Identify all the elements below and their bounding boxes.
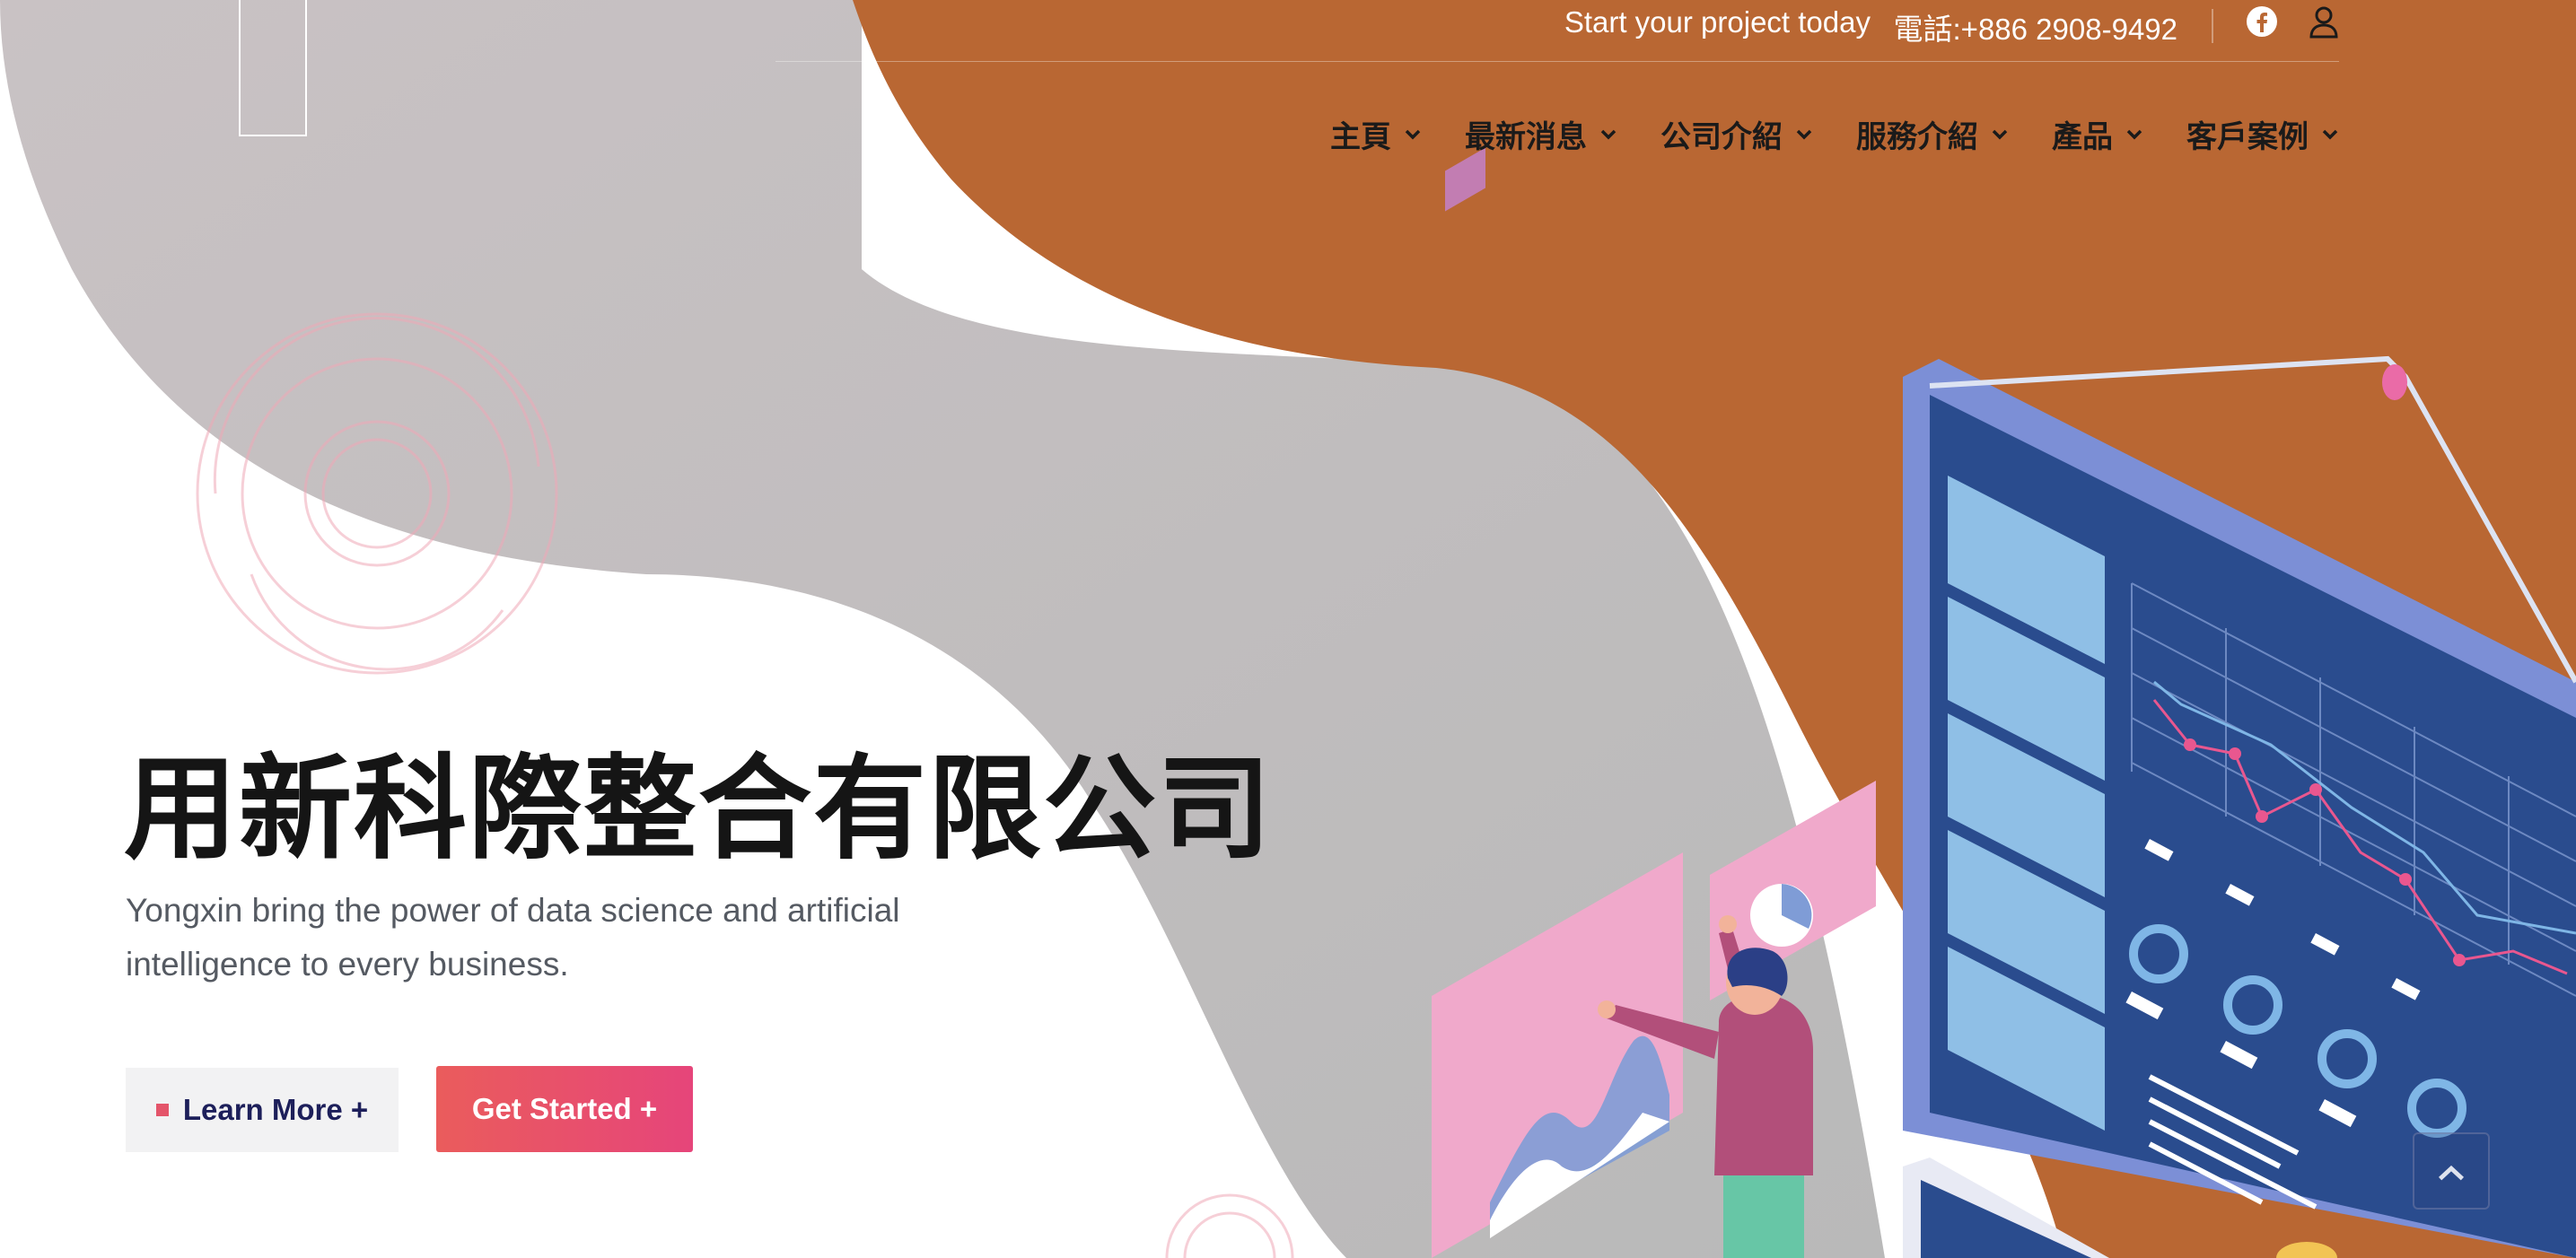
nav-item-label: 服務介紹 (1856, 120, 1978, 154)
chevron-down-icon (2322, 129, 2338, 139)
hero-title: 用新科際整合有限公司 (124, 743, 1273, 875)
project-tagline: Start your project today (1564, 5, 1871, 39)
hero-subtitle: Yongxin bring the power of data science … (126, 892, 900, 983)
learn-more-button[interactable]: Learn More + (126, 1068, 399, 1152)
site-logo[interactable] (239, 0, 307, 136)
chevron-down-icon (1992, 129, 2008, 139)
nav-item-label: 公司介紹 (1660, 120, 1783, 154)
topbar-divider (2212, 9, 2213, 43)
nav-item-label: 最新消息 (1465, 120, 1587, 154)
chevron-up-icon (2438, 1165, 2465, 1181)
chevron-down-icon (1796, 129, 1812, 139)
nav-item-cases[interactable]: 客戶案例 (2186, 112, 2339, 156)
nav-item-news[interactable]: 最新消息 (1465, 112, 1617, 156)
nav-item-products[interactable]: 產品 (2052, 112, 2143, 156)
phone-number: 電話:+886 2908-9492 (1893, 13, 2177, 46)
scroll-to-top-button[interactable] (2413, 1132, 2490, 1210)
facebook-icon[interactable] (2246, 5, 2278, 38)
nav-item-services[interactable]: 服務介紹 (1856, 112, 2009, 156)
circuit-circle-decoration-small (1165, 1193, 1294, 1258)
chevron-down-icon (1405, 129, 1421, 139)
get-started-button[interactable]: Get Started + (436, 1066, 693, 1152)
chevron-down-icon (1600, 129, 1617, 139)
square-bullet-icon (155, 1104, 169, 1116)
main-nav: 主頁 最新消息 公司介紹 服務介紹 產品 客戶案例 (1287, 112, 2339, 156)
user-icon[interactable] (2309, 5, 2339, 39)
learn-more-label: Learn More + (182, 1093, 369, 1126)
nav-item-label: 產品 (2052, 120, 2113, 154)
nav-item-label: 客戶案例 (2186, 120, 2309, 154)
nav-item-label: 主頁 (1330, 120, 1391, 154)
nav-item-home[interactable]: 主頁 (1330, 112, 1422, 156)
nav-item-about[interactable]: 公司介紹 (1660, 112, 1813, 156)
top-info-bar: Start your project today 電話:+886 2908-94… (775, 0, 2339, 62)
chevron-down-icon (2126, 129, 2142, 139)
